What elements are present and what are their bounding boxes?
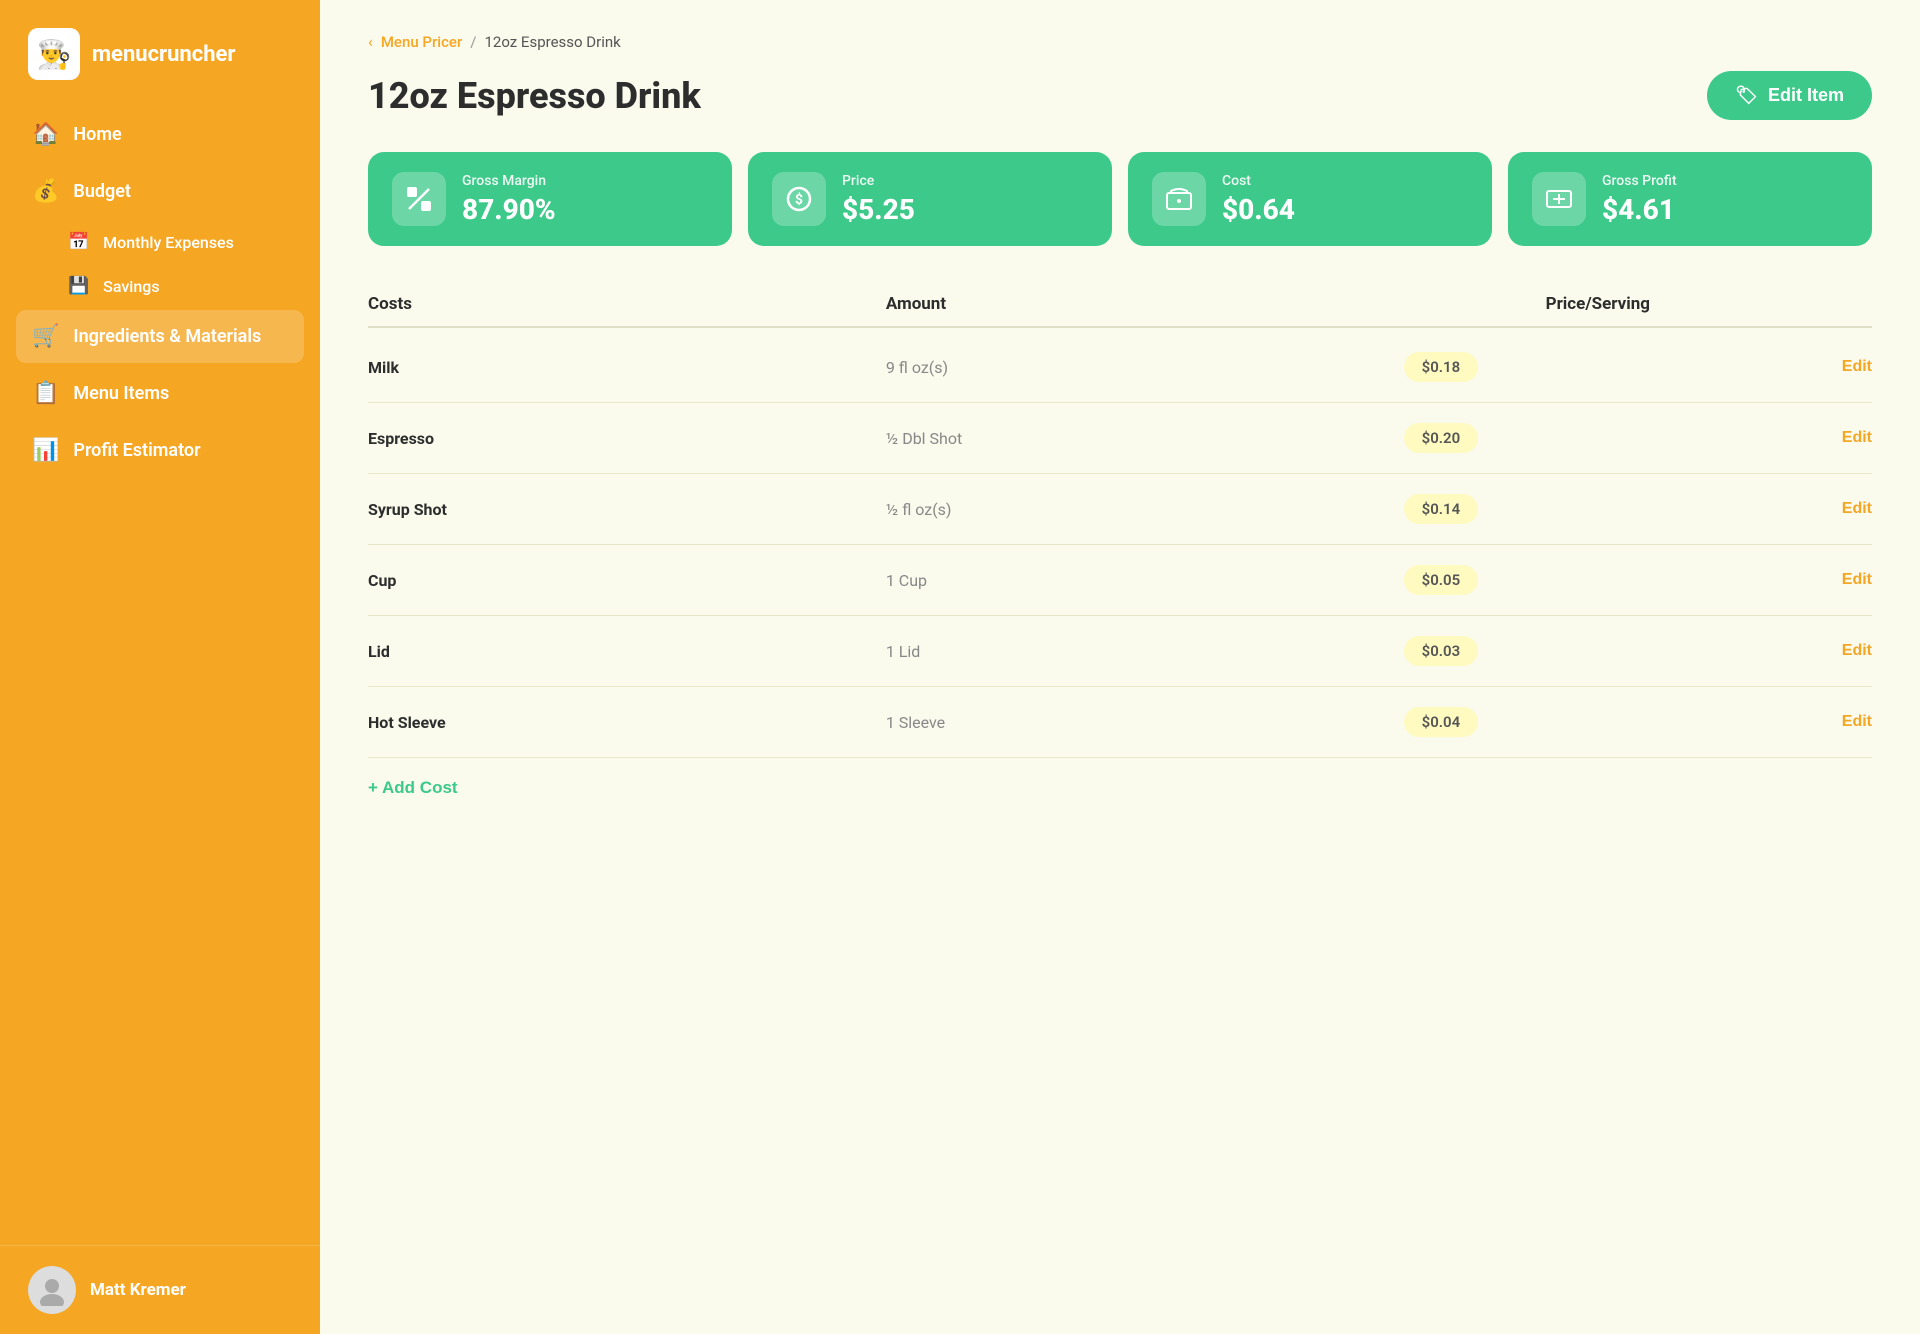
cost-amount-hotsleeve: 1 Sleeve	[886, 713, 1404, 732]
gross-profit-icon	[1532, 172, 1586, 226]
sidebar-item-menu-items-label: Menu Items	[73, 383, 169, 404]
cost-price-syrup: $0.14	[1404, 494, 1792, 524]
table-row: Syrup Shot ½ fl oz(s) $0.14 Edit	[368, 474, 1872, 545]
budget-icon: 💰	[32, 179, 59, 204]
user-avatar	[28, 1266, 76, 1314]
sidebar-item-ingredients-label: Ingredients & Materials	[73, 326, 261, 347]
column-amount: Amount	[886, 294, 1404, 314]
edit-item-button[interactable]: 🏷 Edit Item	[1707, 71, 1872, 120]
logo-text: menucruncher	[92, 42, 235, 67]
cost-name-cup: Cup	[368, 571, 886, 590]
price-content: Price $5.25	[842, 173, 915, 226]
gross-profit-value: $4.61	[1602, 193, 1677, 226]
column-costs: Costs	[368, 294, 886, 314]
cost-amount-milk: 9 fl oz(s)	[886, 358, 1404, 377]
savings-label: Savings	[103, 277, 159, 296]
sidebar-item-profit-label: Profit Estimator	[73, 440, 200, 461]
edit-lid-button[interactable]: Edit	[1792, 642, 1872, 660]
sidebar-item-menu-items[interactable]: 📋 Menu Items	[16, 367, 304, 420]
page-header: 12oz Espresso Drink 🏷 Edit Item	[368, 71, 1872, 120]
sidebar-item-savings[interactable]: 💾 Savings	[16, 266, 304, 306]
gross-margin-content: Gross Margin 87.90%	[462, 173, 556, 226]
edit-syrup-button[interactable]: Edit	[1792, 500, 1872, 518]
cost-price-cup: $0.05	[1404, 565, 1792, 595]
price-value: $5.25	[842, 193, 915, 226]
stat-card-cost: Cost $0.64	[1128, 152, 1492, 246]
page-title: 12oz Espresso Drink	[368, 75, 701, 117]
sidebar-item-profit-estimator[interactable]: 📊 Profit Estimator	[16, 424, 304, 477]
breadcrumb-current: 12oz Espresso Drink	[484, 33, 620, 51]
sidebar-logo: 👨‍🍳 menucruncher	[0, 0, 320, 100]
cost-price-espresso: $0.20	[1404, 423, 1792, 453]
cost-icon	[1152, 172, 1206, 226]
cost-name-syrup: Syrup Shot	[368, 500, 886, 519]
gross-margin-icon	[392, 172, 446, 226]
table-row: Milk 9 fl oz(s) $0.18 Edit	[368, 332, 1872, 403]
stat-card-gross-profit: Gross Profit $4.61	[1508, 152, 1872, 246]
cost-price-hotsleeve: $0.04	[1404, 707, 1792, 737]
sidebar-footer: Matt Kremer	[0, 1245, 320, 1334]
breadcrumb-parent[interactable]: Menu Pricer	[381, 33, 462, 51]
breadcrumb: ‹ Menu Pricer / 12oz Espresso Drink	[368, 32, 1872, 51]
user-name: Matt Kremer	[90, 1280, 186, 1300]
profit-icon: 📊	[32, 438, 59, 463]
stat-card-price: $ Price $5.25	[748, 152, 1112, 246]
calendar-icon: 📅	[68, 232, 89, 252]
monthly-expenses-label: Monthly Expenses	[103, 233, 234, 252]
cost-amount-espresso: ½ Dbl Shot	[886, 429, 1404, 448]
ingredients-icon: 🛒	[32, 324, 59, 349]
gross-margin-value: 87.90%	[462, 193, 556, 226]
edit-cup-button[interactable]: Edit	[1792, 571, 1872, 589]
cost-amount-cup: 1 Cup	[886, 571, 1404, 590]
breadcrumb-arrow: ‹	[368, 32, 373, 51]
edit-milk-button[interactable]: Edit	[1792, 358, 1872, 376]
menu-items-icon: 📋	[32, 381, 59, 406]
stat-cards: Gross Margin 87.90% $ Price $5.25	[368, 152, 1872, 246]
table-row: Hot Sleeve 1 Sleeve $0.04 Edit	[368, 687, 1872, 758]
sidebar-item-monthly-expenses[interactable]: 📅 Monthly Expenses	[16, 222, 304, 262]
cost-name-lid: Lid	[368, 642, 886, 661]
column-actions	[1792, 294, 1872, 314]
savings-icon: 💾	[68, 276, 89, 296]
gross-margin-label: Gross Margin	[462, 173, 556, 189]
cost-amount-lid: 1 Lid	[886, 642, 1404, 661]
column-price-serving: Price/Serving	[1404, 294, 1792, 314]
gross-profit-label: Gross Profit	[1602, 173, 1677, 189]
cost-label: Cost	[1222, 173, 1295, 189]
stat-card-gross-margin: Gross Margin 87.90%	[368, 152, 732, 246]
cost-name-espresso: Espresso	[368, 429, 886, 448]
main-content: ‹ Menu Pricer / 12oz Espresso Drink 12oz…	[320, 0, 1920, 1334]
sidebar: 👨‍🍳 menucruncher 🏠 Home 💰 Budget 📅 Month…	[0, 0, 320, 1334]
sidebar-item-home-label: Home	[73, 124, 121, 145]
logo-icon: 👨‍🍳	[28, 28, 80, 80]
sidebar-item-home[interactable]: 🏠 Home	[16, 108, 304, 161]
sidebar-item-budget[interactable]: 💰 Budget	[16, 165, 304, 218]
price-icon: $	[772, 172, 826, 226]
table-row: Cup 1 Cup $0.05 Edit	[368, 545, 1872, 616]
costs-table-header: Costs Amount Price/Serving	[368, 282, 1872, 328]
price-label: Price	[842, 173, 915, 189]
cost-price-milk: $0.18	[1404, 352, 1792, 382]
add-cost-button[interactable]: + Add Cost	[368, 758, 458, 798]
sidebar-nav: 🏠 Home 💰 Budget 📅 Monthly Expenses 💾 Sav…	[0, 100, 320, 1245]
cost-name-milk: Milk	[368, 358, 886, 377]
cost-price-lid: $0.03	[1404, 636, 1792, 666]
table-row: Lid 1 Lid $0.03 Edit	[368, 616, 1872, 687]
cost-content: Cost $0.64	[1222, 173, 1295, 226]
table-row: Espresso ½ Dbl Shot $0.20 Edit	[368, 403, 1872, 474]
home-icon: 🏠	[32, 122, 59, 147]
sidebar-item-ingredients[interactable]: 🛒 Ingredients & Materials	[16, 310, 304, 363]
svg-text:$: $	[795, 191, 803, 208]
sidebar-item-budget-label: Budget	[73, 181, 131, 202]
gross-profit-content: Gross Profit $4.61	[1602, 173, 1677, 226]
edit-item-icon: 🏷	[1735, 85, 1758, 106]
costs-table: Costs Amount Price/Serving Milk 9 fl oz(…	[368, 282, 1872, 798]
breadcrumb-separator: /	[470, 33, 476, 51]
cost-amount-syrup: ½ fl oz(s)	[886, 500, 1404, 519]
cost-value: $0.64	[1222, 193, 1295, 226]
edit-item-label: Edit Item	[1768, 85, 1844, 106]
cost-name-hotsleeve: Hot Sleeve	[368, 713, 886, 732]
edit-hotsleeve-button[interactable]: Edit	[1792, 713, 1872, 731]
edit-espresso-button[interactable]: Edit	[1792, 429, 1872, 447]
